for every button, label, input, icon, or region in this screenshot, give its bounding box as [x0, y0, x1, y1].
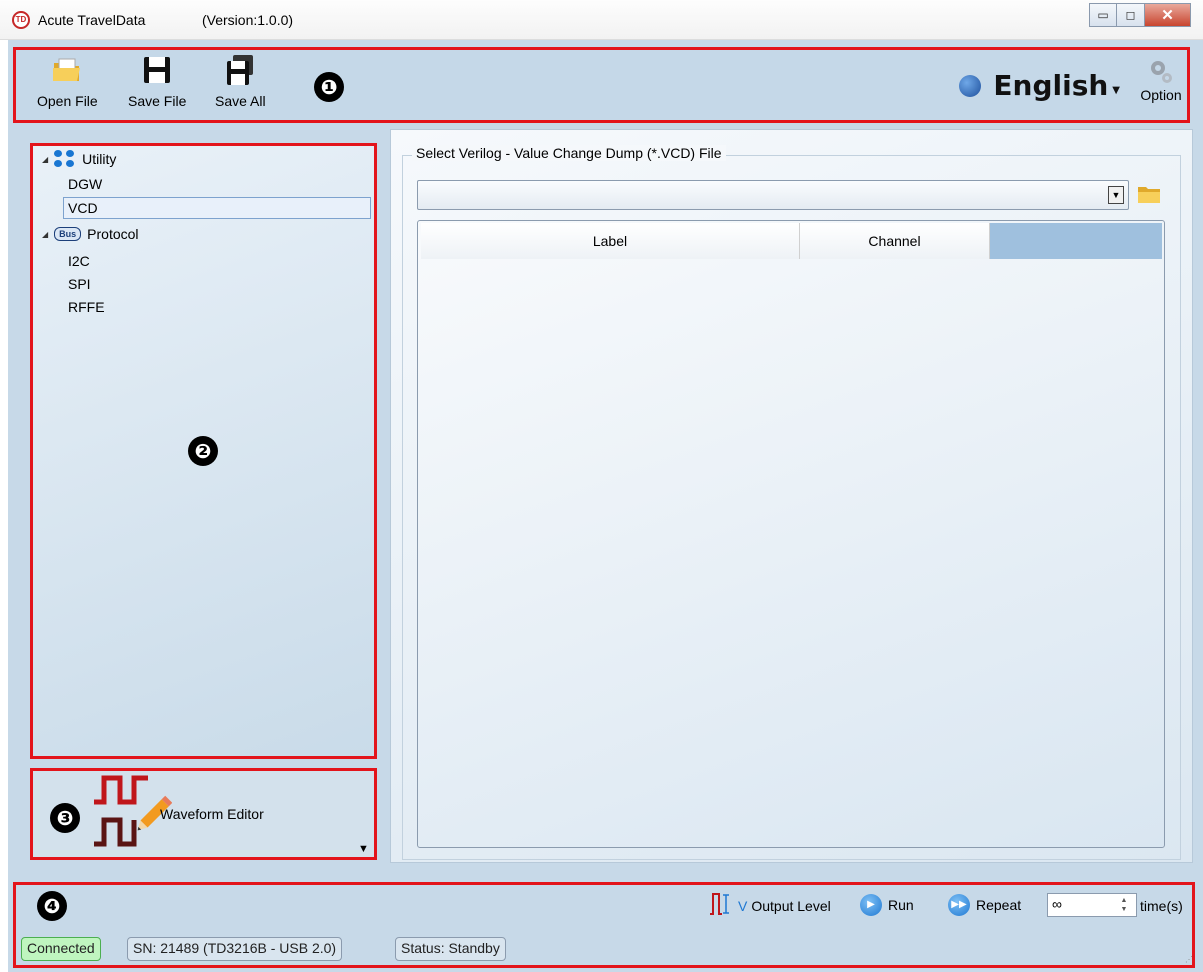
chevron-down-icon: ▼ [1112, 85, 1120, 96]
tree-item-vcd[interactable]: VCD [63, 197, 371, 219]
resize-grip-icon[interactable]: ⋰ [1185, 955, 1193, 964]
toolbar: Open File Save File Save All English ▼ O… [13, 47, 1190, 123]
marker-1: ❶ [314, 72, 344, 102]
fast-forward-icon: ▶▶ [948, 894, 970, 916]
repeat-spinner[interactable]: ▲ ▼ [1117, 896, 1131, 914]
language-label: English [993, 69, 1109, 102]
tree-group-label: Protocol [87, 226, 139, 242]
repeat-label: Repeat [976, 897, 1022, 913]
output-level-label: Output Level [751, 897, 831, 914]
gear-icon [1136, 57, 1186, 87]
marker-2: ❷ [188, 436, 218, 466]
window-controls: ▭ ◻ ✕ [1089, 3, 1191, 27]
save-file-button[interactable]: Save File [128, 53, 186, 109]
output-level-button[interactable]: V Output Level [708, 892, 831, 919]
pulse-level-icon [708, 892, 734, 919]
floppy-stack-icon [223, 53, 257, 87]
table-header: Label Channel [421, 223, 1162, 259]
window-titlebar: TD Acute TravelData (Version:1.0.0) ▭ ◻ … [0, 0, 1203, 40]
open-file-label: Open File [37, 93, 98, 109]
maximize-button[interactable]: ◻ [1117, 3, 1145, 27]
utility-dots-icon [54, 150, 76, 168]
window-version: (Version:1.0.0) [202, 12, 294, 28]
tree-group-label: Utility [82, 151, 117, 167]
column-header-channel[interactable]: Channel [800, 223, 990, 259]
vcd-group-title: Select Verilog - Value Change Dump (*.VC… [412, 145, 726, 161]
app-logo-icon: TD [12, 11, 30, 29]
level-v-icon: V [738, 897, 748, 914]
save-all-label: Save All [215, 93, 266, 109]
run-label: Run [888, 897, 914, 913]
option-button[interactable]: Option [1136, 57, 1186, 103]
marker-4: ❹ [37, 891, 67, 921]
channel-table[interactable]: Label Channel [417, 220, 1165, 848]
minimize-button[interactable]: ▭ [1089, 3, 1117, 27]
serial-number-badge: SN: 21489 (TD3216B - USB 2.0) [127, 937, 343, 961]
repeat-button[interactable]: ▶▶ Repeat [948, 894, 1021, 916]
globe-icon [959, 74, 982, 97]
close-button[interactable]: ✕ [1145, 3, 1191, 27]
chevron-down-icon[interactable]: ▼ [358, 843, 369, 855]
times-label: time(s) [1140, 898, 1183, 914]
marker-3: ❸ [50, 803, 80, 833]
folder-icon[interactable] [1137, 184, 1161, 204]
tree-group-utility[interactable]: ◢ Utility [12, 150, 116, 168]
connection-status-badge: Connected [21, 937, 101, 961]
run-button[interactable]: ▶ Run [860, 894, 914, 916]
device-status-badge: Status: Standby [395, 937, 506, 961]
waveform-editor-label: Waveform Editor [160, 806, 264, 822]
vcd-file-combobox[interactable]: ▼ [417, 180, 1129, 210]
column-header-filler [990, 223, 1162, 259]
open-file-button[interactable]: Open File [37, 53, 98, 109]
language-selector[interactable]: English ▼ [959, 69, 1120, 102]
column-header-label[interactable]: Label [421, 223, 800, 259]
option-label: Option [1140, 87, 1182, 103]
tree-item-rffe[interactable]: RFFE [68, 299, 105, 315]
save-file-label: Save File [128, 93, 187, 109]
tree-item-spi[interactable]: SPI [68, 276, 91, 292]
window-title: Acute TravelData [38, 12, 146, 28]
save-all-button[interactable]: Save All [215, 53, 266, 109]
tree-item-dgw[interactable]: DGW [68, 176, 102, 192]
folder-open-icon [50, 53, 84, 87]
bus-icon: Bus [54, 227, 82, 241]
tree-group-protocol[interactable]: ◢ Bus Protocol [12, 226, 139, 242]
tree-item-i2c[interactable]: I2C [68, 253, 90, 269]
dropdown-arrow-icon[interactable]: ▼ [1108, 186, 1124, 204]
play-icon: ▶ [860, 894, 882, 916]
tree-expand-icon[interactable]: ◢ [42, 230, 48, 239]
floppy-disk-icon [140, 53, 174, 87]
tree-expand-icon[interactable]: ◢ [42, 155, 48, 164]
